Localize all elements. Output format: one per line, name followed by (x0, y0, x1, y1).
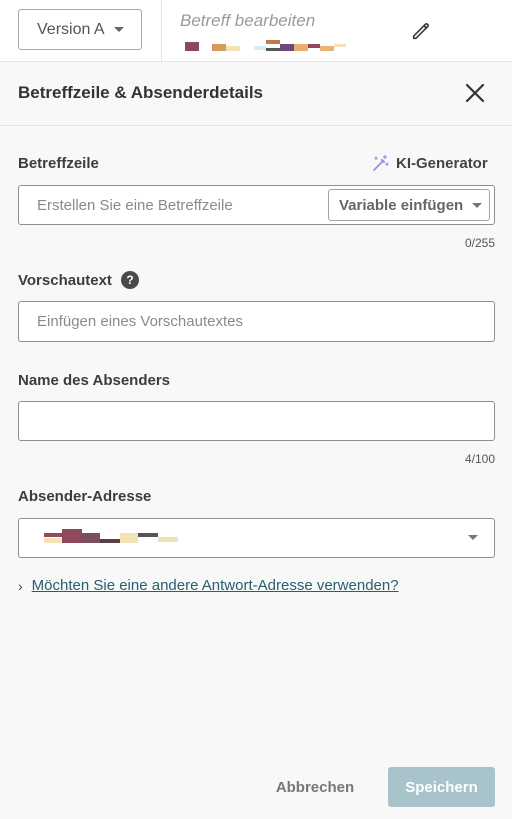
subject-edit-label[interactable]: Betreff bearbeiten (180, 11, 315, 31)
cancel-button[interactable]: Abbrechen (262, 767, 368, 807)
version-label: Version A (37, 20, 105, 38)
sender-name-label: Name des Absenders (18, 372, 171, 389)
subject-input[interactable]: Erstellen Sie eine Betreffzeile Variable… (18, 185, 495, 225)
preview-text-input[interactable]: Einfügen eines Vorschautextes (18, 301, 495, 342)
chevron-down-icon (468, 535, 478, 540)
panel-title: Betreffzeile & Absenderdetails (18, 83, 263, 102)
magic-wand-icon (373, 154, 389, 171)
subject-label: Betreffzeile (18, 155, 99, 172)
chevron-down-icon (472, 202, 483, 208)
sender-address-label: Absender-Adresse (18, 488, 152, 505)
insert-variable-label: Variable einfügen (339, 196, 464, 214)
version-dropdown[interactable]: Version A (18, 9, 142, 50)
alternate-reply-address-text: Möchten Sie eine andere Antwort-Adresse … (31, 577, 399, 594)
chevron-right-icon: › (18, 577, 23, 594)
save-button[interactable]: Speichern (388, 767, 495, 807)
preview-text-label: Vorschautext (18, 272, 112, 289)
pencil-icon[interactable] (410, 20, 432, 42)
ki-generator-button[interactable]: KI-Generator (372, 154, 488, 172)
alternate-reply-address-link[interactable]: › Möchten Sie eine andere Antwort-Adress… (18, 577, 399, 594)
close-icon[interactable] (463, 81, 487, 105)
divider (161, 0, 162, 62)
sender-name-char-counter: 4/100 (464, 452, 495, 466)
insert-variable-button[interactable]: Variable einfügen (328, 189, 490, 221)
subject-char-counter: 0/255 (464, 236, 495, 250)
help-icon[interactable]: ? (121, 271, 139, 289)
top-bar: Version A Betreff bearbeiten (0, 0, 512, 62)
chevron-down-icon (113, 27, 124, 32)
sender-name-input[interactable] (18, 401, 495, 441)
preview-text-placeholder: Einfügen eines Vorschautextes (37, 313, 243, 330)
ki-generator-label: KI-Generator (396, 154, 488, 172)
subject-placeholder: Erstellen Sie eine Betreffzeile (37, 196, 233, 214)
panel-header: Betreffzeile & Absenderdetails (0, 63, 512, 126)
